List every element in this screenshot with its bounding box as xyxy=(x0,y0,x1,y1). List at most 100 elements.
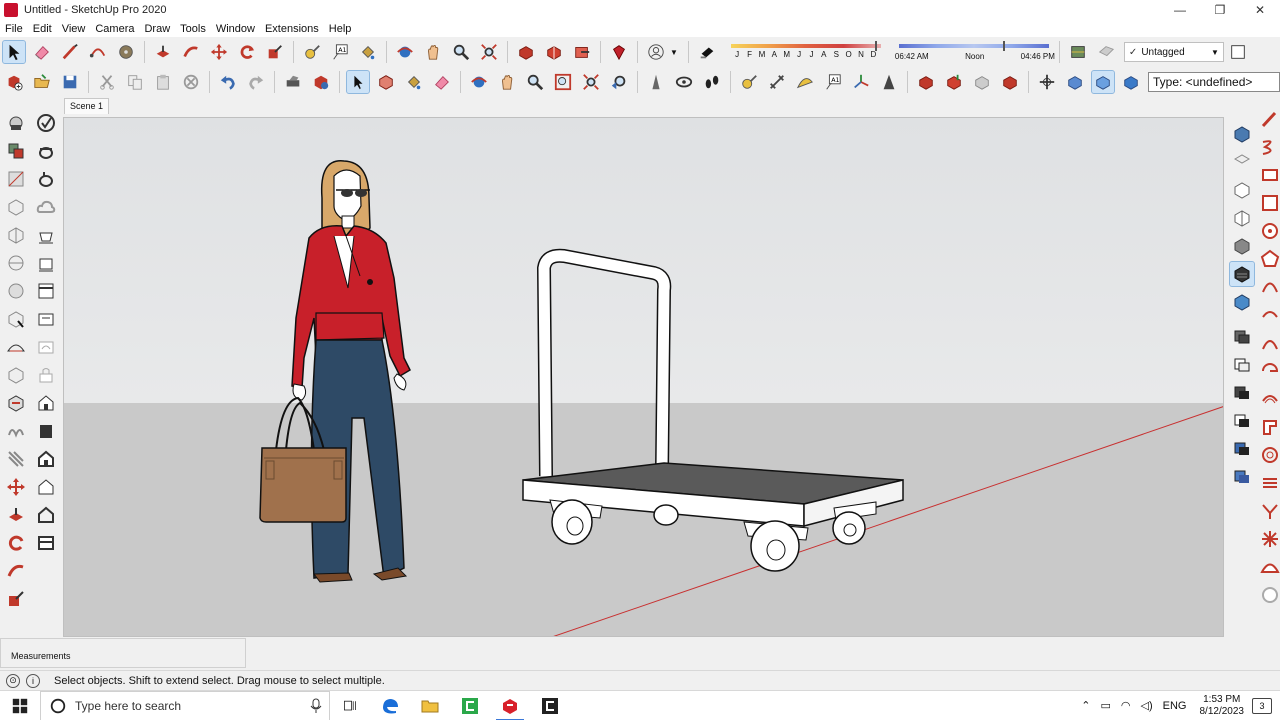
menu-tools[interactable]: Tools xyxy=(175,23,211,35)
rotated-rect-icon[interactable] xyxy=(1258,191,1280,215)
scale-tool-icon[interactable] xyxy=(264,41,286,63)
redo-icon[interactable] xyxy=(245,71,267,93)
zoom-window-icon[interactable] xyxy=(552,71,574,93)
push-pull-large-icon[interactable] xyxy=(4,503,28,527)
walk-icon[interactable] xyxy=(701,71,723,93)
extension-warehouse-icon[interactable] xyxy=(608,41,630,63)
time-slider-thumb[interactable] xyxy=(1002,41,1005,51)
camtasia-recorder-app[interactable] xyxy=(530,691,570,720)
monochrome-icon[interactable] xyxy=(1230,290,1254,314)
volume-icon[interactable]: ◁) xyxy=(1141,699,1153,712)
geo-location-icon[interactable]: ⊙ xyxy=(6,673,20,688)
paint-bucket-icon[interactable] xyxy=(357,41,379,63)
network-icon[interactable]: ▭ xyxy=(1101,699,1111,712)
eraser-2-icon[interactable] xyxy=(431,71,453,93)
subtract-icon[interactable] xyxy=(4,167,28,191)
text-2-icon[interactable]: A1 xyxy=(822,71,844,93)
input-language[interactable]: ENG xyxy=(1163,700,1187,712)
share-model-2-icon[interactable] xyxy=(943,71,965,93)
iso-view-icon[interactable] xyxy=(1230,122,1254,146)
3d-text-icon[interactable] xyxy=(878,71,900,93)
type-input[interactable]: Type: <undefined> xyxy=(1148,72,1280,92)
split-icon[interactable] xyxy=(4,251,28,275)
look-around-icon[interactable] xyxy=(673,71,695,93)
sphere-icon[interactable] xyxy=(1258,583,1280,607)
account-icon[interactable] xyxy=(645,41,667,63)
arc-tool-icon[interactable] xyxy=(87,41,109,63)
make-component-icon[interactable] xyxy=(375,71,397,93)
scene-tab-1[interactable]: Scene 1 xyxy=(64,98,110,114)
scale-large-icon[interactable] xyxy=(4,587,28,611)
minimize-button[interactable]: — xyxy=(1160,0,1200,20)
textured-icon[interactable] xyxy=(1230,464,1254,488)
orbit-icon[interactable] xyxy=(394,41,416,63)
house-paint-icon[interactable] xyxy=(34,391,58,415)
circle-icon[interactable] xyxy=(1258,219,1280,243)
account-dropdown-icon[interactable]: ▼ xyxy=(670,48,678,57)
previous-view-icon[interactable] xyxy=(608,71,630,93)
menu-file[interactable]: File xyxy=(0,23,28,35)
polygon-icon[interactable] xyxy=(1258,247,1280,271)
wireframe-icon[interactable] xyxy=(1230,380,1254,404)
teapot-hand-icon[interactable] xyxy=(34,167,58,191)
cup-icon[interactable] xyxy=(34,223,58,247)
file-explorer-app[interactable] xyxy=(410,691,450,720)
new-file-icon[interactable] xyxy=(3,71,25,93)
outer-shell-icon[interactable] xyxy=(4,279,28,303)
print-icon[interactable] xyxy=(282,71,304,93)
move-tool-icon[interactable] xyxy=(208,41,230,63)
check-icon[interactable] xyxy=(34,111,58,135)
share-component-2-icon[interactable] xyxy=(971,71,993,93)
lock-icon[interactable] xyxy=(34,363,58,387)
dimension-icon[interactable] xyxy=(766,71,788,93)
trim-icon[interactable] xyxy=(4,223,28,247)
menu-draw[interactable]: Draw xyxy=(139,23,175,35)
tray-chevron-icon[interactable]: ⌃ xyxy=(1081,699,1090,712)
shadow-settings-slider[interactable]: JF MA MJ JA SO ND 06:42 AM Noon 04:46 PM xyxy=(725,39,1055,65)
save-icon[interactable] xyxy=(59,71,81,93)
intersect-icon[interactable] xyxy=(4,195,28,219)
walk-camera-icon[interactable] xyxy=(4,111,28,135)
wifi-icon[interactable]: ◠ xyxy=(1121,699,1131,712)
menu-extensions[interactable]: Extensions xyxy=(260,23,324,35)
model-viewport[interactable] xyxy=(63,117,1224,637)
hidden-line-icon[interactable] xyxy=(1230,408,1254,432)
axes-icon[interactable] xyxy=(850,71,872,93)
delete-icon[interactable] xyxy=(180,71,202,93)
right-view-icon[interactable] xyxy=(1230,206,1254,230)
follow-me-icon[interactable] xyxy=(180,41,202,63)
top-view-icon[interactable] xyxy=(1230,150,1254,174)
pan-2-icon[interactable] xyxy=(496,71,518,93)
back-edges-icon[interactable] xyxy=(1230,352,1254,376)
date-slider-track[interactable] xyxy=(730,44,881,48)
warehouse-2-icon[interactable] xyxy=(915,71,937,93)
select-arrow-icon[interactable] xyxy=(346,70,370,94)
solid-inspector-icon[interactable] xyxy=(4,307,28,331)
line-tool-icon[interactable] xyxy=(59,41,81,63)
freehand-icon[interactable] xyxy=(1258,107,1280,131)
zoom-icon[interactable] xyxy=(450,41,472,63)
section-fill-icon[interactable] xyxy=(1120,71,1142,93)
sketchup-app[interactable] xyxy=(490,691,530,720)
three-point-arc-icon[interactable] xyxy=(1258,331,1280,355)
shadows-toggle-icon[interactable] xyxy=(696,41,718,63)
layout-icon[interactable] xyxy=(34,279,58,303)
position-camera-icon[interactable] xyxy=(645,71,667,93)
protractor-icon[interactable] xyxy=(794,71,816,93)
union-icon[interactable] xyxy=(4,139,28,163)
sandbox-smoove-icon[interactable] xyxy=(1258,471,1280,495)
xray-icon[interactable] xyxy=(1230,324,1254,348)
select-tool-icon[interactable] xyxy=(2,40,26,64)
menu-window[interactable]: Window xyxy=(211,23,260,35)
info-icon[interactable]: i xyxy=(26,673,40,688)
shapes-tool-icon[interactable] xyxy=(115,41,137,63)
close-button[interactable]: ✕ xyxy=(1240,0,1280,20)
smoove-icon[interactable] xyxy=(4,391,28,415)
window-frame-icon[interactable] xyxy=(34,531,58,555)
tape-measure-icon[interactable] xyxy=(301,41,323,63)
zoom-2-icon[interactable] xyxy=(524,71,546,93)
house-door-icon[interactable] xyxy=(34,419,58,443)
taskbar-clock[interactable]: 1:53 PM 8/12/2023 xyxy=(1200,694,1245,718)
flip-edge-icon[interactable] xyxy=(1258,499,1280,523)
two-point-arc-icon[interactable] xyxy=(1258,303,1280,327)
